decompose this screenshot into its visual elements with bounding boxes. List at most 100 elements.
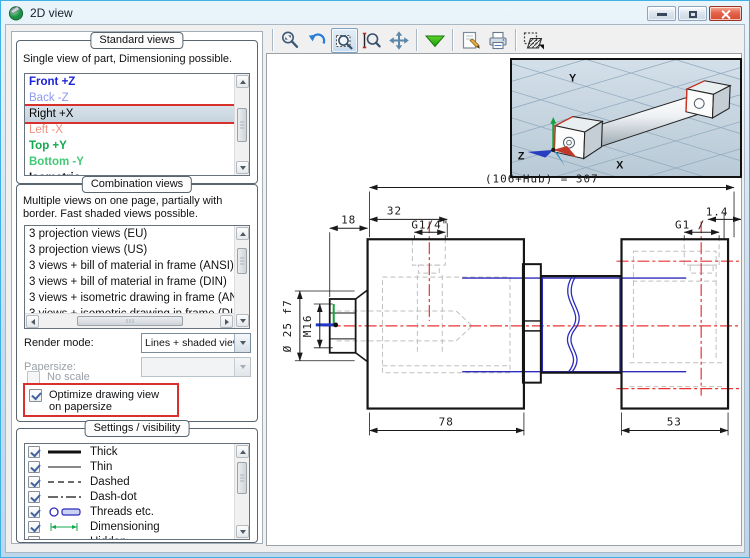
- fit-view-icon: [424, 35, 445, 47]
- drawing-canvas[interactable]: Y Z X (106+Hub) = 307 32 18 G1/4" G1 / 1…: [266, 25, 742, 546]
- scroll-down-icon[interactable]: [236, 314, 249, 327]
- standard-views-scrollbar[interactable]: [234, 74, 249, 175]
- copy-to-clipboard-icon: [523, 31, 544, 49]
- combination-views-vscrollbar[interactable]: [234, 226, 249, 328]
- list-item-back-z[interactable]: Back -Z: [25, 90, 234, 106]
- dimensioning-checkbox[interactable]: [28, 520, 40, 533]
- scrollbar-thumb[interactable]: [237, 248, 247, 274]
- maximize-button[interactable]: [678, 5, 707, 21]
- setting-label: Hidden: [90, 536, 126, 540]
- scrollbar-thumb[interactable]: [237, 462, 247, 494]
- technical-drawing: (106+Hub) = 307 32 18 G1/4" G1 / 1.4 78 …: [281, 172, 741, 436]
- toolbar-separator: [416, 29, 417, 51]
- scroll-up-icon[interactable]: [236, 227, 249, 240]
- setting-row-dashed[interactable]: Dashed: [25, 474, 234, 489]
- list-item-3proj-eu[interactable]: 3 projection views (EU): [25, 226, 234, 242]
- scroll-left-icon[interactable]: [26, 315, 39, 328]
- scrollbar-thumb[interactable]: [77, 316, 183, 326]
- toolbar-handle: [272, 29, 273, 51]
- list-item-bottom-y[interactable]: Bottom -Y: [25, 154, 234, 170]
- optimize-checkbox[interactable]: [29, 389, 42, 402]
- hidden-line-icon: [47, 536, 83, 540]
- list-item-front-z[interactable]: Front +Z: [25, 74, 234, 90]
- settings-scrollbar[interactable]: [234, 444, 249, 539]
- chevron-down-icon[interactable]: [234, 334, 250, 352]
- combination-views-description: Multiple views on one page, partially wi…: [23, 195, 223, 220]
- render-mode-combobox[interactable]: Lines + shaded view: [141, 333, 251, 353]
- thick-line-icon: [47, 446, 83, 458]
- copy-to-clipboard-button[interactable]: [520, 28, 547, 53]
- page-setup-button[interactable]: [457, 28, 484, 53]
- minimize-icon: [657, 12, 667, 16]
- setting-row-threads[interactable]: Threads etc.: [25, 504, 234, 519]
- dimensioning-icon: [47, 521, 83, 533]
- threads-icon: [47, 506, 83, 518]
- list-item-isometric[interactable]: Isometric: [25, 170, 234, 175]
- zoom-window-button[interactable]: [331, 27, 358, 53]
- threads-checkbox[interactable]: [28, 505, 40, 518]
- scroll-down-icon[interactable]: [236, 161, 249, 174]
- setting-row-dash-dot[interactable]: Dash-dot: [25, 489, 234, 504]
- dialog-2d-view: 2D view Standard views Single view of pa…: [0, 0, 750, 558]
- minimize-button[interactable]: [647, 5, 676, 21]
- combination-views-hscrollbar[interactable]: [25, 313, 234, 328]
- setting-row-hidden[interactable]: Hidden: [25, 534, 234, 539]
- pan-button[interactable]: [385, 28, 412, 53]
- optimize-label: Optimize drawing view on papersize: [49, 389, 160, 413]
- list-item-left-x[interactable]: Left -X: [25, 122, 234, 138]
- dim-g1-label: G1 /: [675, 218, 705, 231]
- scrollbar-thumb[interactable]: [237, 108, 247, 142]
- list-item-bom-din[interactable]: 3 views + bill of material in frame (DIN…: [25, 274, 234, 290]
- print-icon: [488, 31, 507, 49]
- zoom-factor-button[interactable]: [277, 28, 304, 53]
- list-item-3proj-us[interactable]: 3 projection views (US): [25, 242, 234, 258]
- hidden-checkbox[interactable]: [28, 535, 40, 539]
- thin-checkbox[interactable]: [28, 460, 40, 473]
- zoom-measure-button[interactable]: [358, 28, 385, 53]
- dashed-line-icon: [47, 476, 83, 488]
- settings-listbox[interactable]: Thick Thin Dashed Dash-dot Threads etc. …: [24, 443, 250, 540]
- optimize-annotation-box: Optimize drawing view on papersize: [23, 383, 179, 417]
- coordinate-triad: [315, 303, 339, 328]
- chevron-down-icon: [234, 358, 250, 376]
- setting-row-thin[interactable]: Thin: [25, 459, 234, 474]
- setting-label: Threads etc.: [90, 505, 154, 518]
- dim-14-label: 1.4: [706, 205, 729, 218]
- setting-row-dimensioning[interactable]: Dimensioning: [25, 519, 234, 534]
- list-item-right-x[interactable]: Right +X: [25, 106, 234, 122]
- close-button[interactable]: [709, 5, 742, 21]
- standard-views-description: Single view of part, Dimensioning possib…: [23, 53, 233, 65]
- scroll-up-icon[interactable]: [236, 445, 249, 458]
- undo-button[interactable]: [304, 28, 331, 53]
- list-item-top-y[interactable]: Top +Y: [25, 138, 234, 154]
- dashed-checkbox[interactable]: [28, 475, 40, 488]
- dash-dot-checkbox[interactable]: [28, 490, 40, 503]
- scroll-down-icon[interactable]: [236, 525, 249, 538]
- thick-checkbox[interactable]: [28, 445, 40, 458]
- render-mode-value: Lines + shaded view: [145, 337, 234, 349]
- dim-53-label: 53: [667, 415, 682, 428]
- setting-label: Dimensioning: [90, 520, 160, 533]
- setting-row-thick[interactable]: Thick: [25, 444, 234, 459]
- print-button[interactable]: [484, 28, 511, 53]
- part-outline: [328, 238, 730, 410]
- thin-line-icon: [47, 461, 83, 473]
- combination-views-listbox[interactable]: 3 projection views (EU) 3 projection vie…: [24, 225, 250, 329]
- list-item-iso-din[interactable]: 3 views + isometric drawing in frame (DI…: [25, 306, 234, 313]
- standard-views-listbox[interactable]: Front +Z Back -Z Right +X Left -X Top +Y…: [24, 73, 250, 176]
- scroll-up-icon[interactable]: [236, 75, 249, 88]
- center-lines: [322, 221, 740, 396]
- list-item-bom-ansi[interactable]: 3 views + bill of material in frame (ANS…: [25, 258, 234, 274]
- scroll-right-icon[interactable]: [220, 315, 233, 328]
- zoom-window-icon: [335, 34, 353, 49]
- group-title-settings: Settings / visibility: [84, 420, 190, 437]
- list-item-iso-ansi[interactable]: 3 views + isometric drawing in frame (AN…: [25, 290, 234, 306]
- undo-icon: [308, 32, 326, 44]
- maximize-icon: [689, 10, 697, 18]
- optimize-row: Optimize drawing view on papersize: [29, 389, 175, 413]
- app-icon: [8, 6, 24, 21]
- fit-view-button[interactable]: [421, 28, 448, 53]
- no-scale-label: No scale: [47, 371, 90, 383]
- titlebar[interactable]: 2D view: [2, 2, 748, 24]
- setting-label: Thick: [90, 445, 118, 458]
